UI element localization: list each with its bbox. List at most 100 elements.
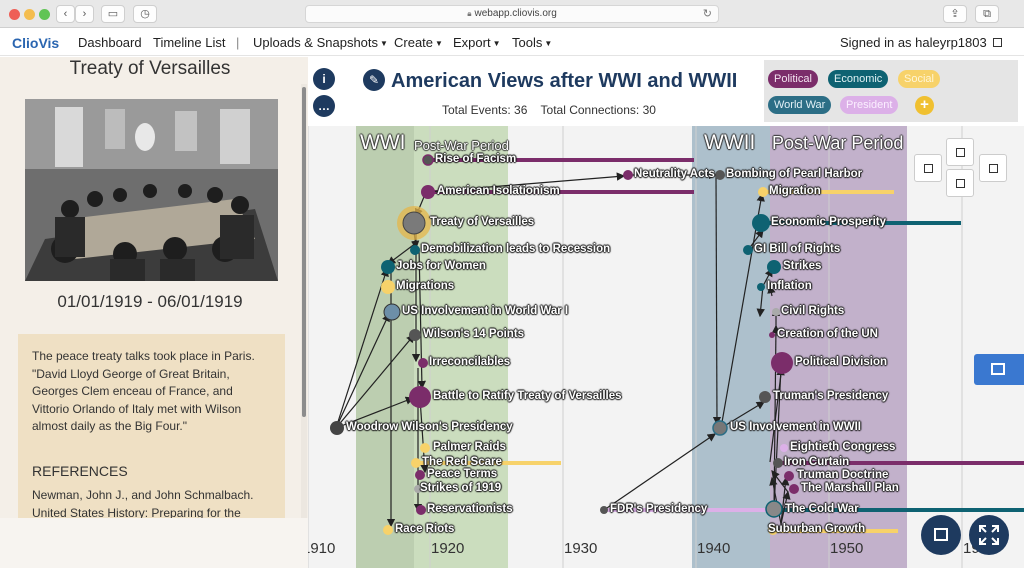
event-label[interactable]: Treaty of Versailles xyxy=(430,216,534,228)
pan-right-button[interactable] xyxy=(979,154,1007,182)
event-label[interactable]: Migration xyxy=(769,185,821,197)
pan-up-button[interactable] xyxy=(946,138,974,166)
chevron-down-icon: ▼ xyxy=(544,39,553,49)
comments-icon[interactable]: … xyxy=(313,95,335,117)
event-title: Treaty of Versailles xyxy=(69,58,231,79)
category-economic[interactable]: Economic xyxy=(828,70,889,88)
nav-create[interactable]: Create ▼ xyxy=(394,35,443,50)
pan-down-button[interactable] xyxy=(946,169,974,197)
event-label[interactable]: Civil Rights xyxy=(781,305,844,317)
info-icon[interactable]: i xyxy=(313,68,335,90)
event-label[interactable]: Creation of the UN xyxy=(777,328,878,340)
event-label[interactable]: Inflation xyxy=(767,280,812,292)
period-label-postwar-1: Post-War Period xyxy=(414,138,509,153)
url-text: webapp.cliovis.org xyxy=(474,8,557,19)
timeline-graphics xyxy=(308,126,1024,568)
event-label[interactable]: Demobilization leads to Recession xyxy=(421,243,610,255)
edit-pencil-icon[interactable]: ✎ xyxy=(363,69,385,91)
close-window-icon[interactable] xyxy=(9,9,20,20)
event-label[interactable]: The Cold War xyxy=(785,503,859,515)
event-label[interactable]: The Marshall Plan xyxy=(801,482,899,494)
total-connections: Total Connections: 30 xyxy=(540,103,656,117)
nav-export[interactable]: Export ▼ xyxy=(453,35,501,50)
event-label[interactable]: Economic Prosperity xyxy=(771,216,886,228)
event-label[interactable]: Neutrality Acts xyxy=(634,168,715,180)
event-label[interactable]: Wilson's 14 Points xyxy=(423,328,524,340)
event-label[interactable]: Peace Terms xyxy=(427,468,497,480)
axis-tick: 1950 xyxy=(830,540,864,557)
minimize-window-icon[interactable] xyxy=(24,9,35,20)
square-icon xyxy=(924,164,933,173)
event-label[interactable]: Palmer Raids xyxy=(433,441,506,453)
event-label[interactable]: Truman Doctrine xyxy=(797,469,888,481)
event-label[interactable]: Woodrow Wilson's Presidency xyxy=(346,421,513,433)
event-label[interactable]: US Involvement in World War I xyxy=(402,305,568,317)
event-description: The peace treaty talks took place in Par… xyxy=(32,349,255,433)
timeline-title: American Views after WWI and WWII xyxy=(391,70,738,92)
square-icon xyxy=(989,164,998,173)
history-icon[interactable]: ◷ xyxy=(133,5,157,23)
event-label[interactable]: Suburban Growth xyxy=(768,523,865,535)
event-label[interactable]: Battle to Ratify Treaty of Versailles xyxy=(433,390,622,402)
view-toggle-button[interactable] xyxy=(921,515,961,555)
pan-left-button[interactable] xyxy=(914,154,942,182)
nav-tools[interactable]: Tools ▼ xyxy=(512,35,552,50)
event-photo xyxy=(25,99,278,281)
maximize-window-icon[interactable] xyxy=(39,9,50,20)
address-bar[interactable]: 🔒︎ webapp.cliovis.org ↻ xyxy=(305,5,719,23)
event-label[interactable]: Strikes xyxy=(783,260,821,272)
category-president[interactable]: President xyxy=(840,96,899,114)
nav-create-label: Create xyxy=(394,35,434,50)
account-menu[interactable]: Signed in as haleyrp1803 xyxy=(840,35,1002,50)
event-label[interactable]: Strikes of 1919 xyxy=(420,482,501,494)
fullscreen-button[interactable] xyxy=(969,515,1009,555)
square-icon xyxy=(934,528,948,541)
event-label[interactable]: Bombing of Pearl Harbor xyxy=(726,168,862,180)
axis-tick: 1940 xyxy=(697,540,731,557)
category-world-war[interactable]: World War xyxy=(768,96,832,114)
event-label[interactable]: Political Division xyxy=(795,356,887,368)
axis-tick: 1930 xyxy=(564,540,598,557)
nav-uploads-snapshots[interactable]: Uploads & Snapshots ▼ xyxy=(253,35,388,50)
share-icon[interactable]: ⇪ xyxy=(943,5,967,23)
event-label[interactable]: Migrations xyxy=(396,280,454,292)
nav-dashboard[interactable]: Dashboard xyxy=(78,35,142,50)
event-label[interactable]: US Involvement in WWII xyxy=(730,421,861,433)
nav-uploads-label: Uploads & Snapshots xyxy=(253,35,379,50)
tabs-icon[interactable]: ⧉ xyxy=(975,5,999,23)
event-label[interactable]: Jobs for Women xyxy=(396,260,486,272)
category-political[interactable]: Political xyxy=(768,70,818,88)
forward-button[interactable]: › xyxy=(75,5,94,23)
period-label-wwi: WWI xyxy=(360,131,406,154)
panel-scrollbar-thumb[interactable] xyxy=(302,87,306,417)
event-label[interactable]: Truman's Presidency xyxy=(773,390,888,402)
category-social[interactable]: Social xyxy=(898,70,940,88)
expand-icon xyxy=(979,525,999,545)
sidebar-toggle-icon[interactable]: ▭ xyxy=(101,5,125,23)
event-label[interactable]: Race Riots xyxy=(395,523,454,535)
event-label[interactable]: Eightieth Congress xyxy=(790,441,895,453)
event-label[interactable]: Iron Curtain xyxy=(784,456,849,468)
references-heading: REFERENCES xyxy=(32,463,128,479)
axis-tick: 1920 xyxy=(431,540,465,557)
event-label[interactable]: Irreconcilables xyxy=(429,356,510,368)
back-button[interactable]: ‹ xyxy=(56,5,75,23)
event-date-range: 01/01/1919 - 06/01/1919 xyxy=(57,292,243,311)
toggle-panel-button[interactable] xyxy=(974,354,1024,385)
event-label[interactable]: Reservationists xyxy=(427,503,513,515)
timeline-canvas[interactable]: WWI Post-War Period WWII Post-War Period… xyxy=(308,126,1024,568)
event-label[interactable]: FDR's Presidency xyxy=(610,503,707,515)
add-category-icon[interactable]: + xyxy=(915,96,934,115)
panel-footer xyxy=(0,518,308,568)
brand-logo[interactable]: ClioVis xyxy=(12,35,59,51)
event-label[interactable]: The Red Scare xyxy=(422,456,502,468)
square-icon xyxy=(956,179,965,188)
event-label[interactable]: Rise of Facism xyxy=(435,153,516,165)
chevron-down-icon: ▼ xyxy=(380,39,388,49)
reload-icon[interactable]: ↻ xyxy=(703,6,712,22)
app-navbar: ClioVis Dashboard Timeline List | Upload… xyxy=(0,28,1024,56)
event-label[interactable]: GI Bill of Rights xyxy=(754,243,840,255)
event-label[interactable]: American Isolationism xyxy=(437,185,560,197)
nav-timeline-list[interactable]: Timeline List xyxy=(153,35,225,50)
panel-icon xyxy=(991,363,1005,375)
